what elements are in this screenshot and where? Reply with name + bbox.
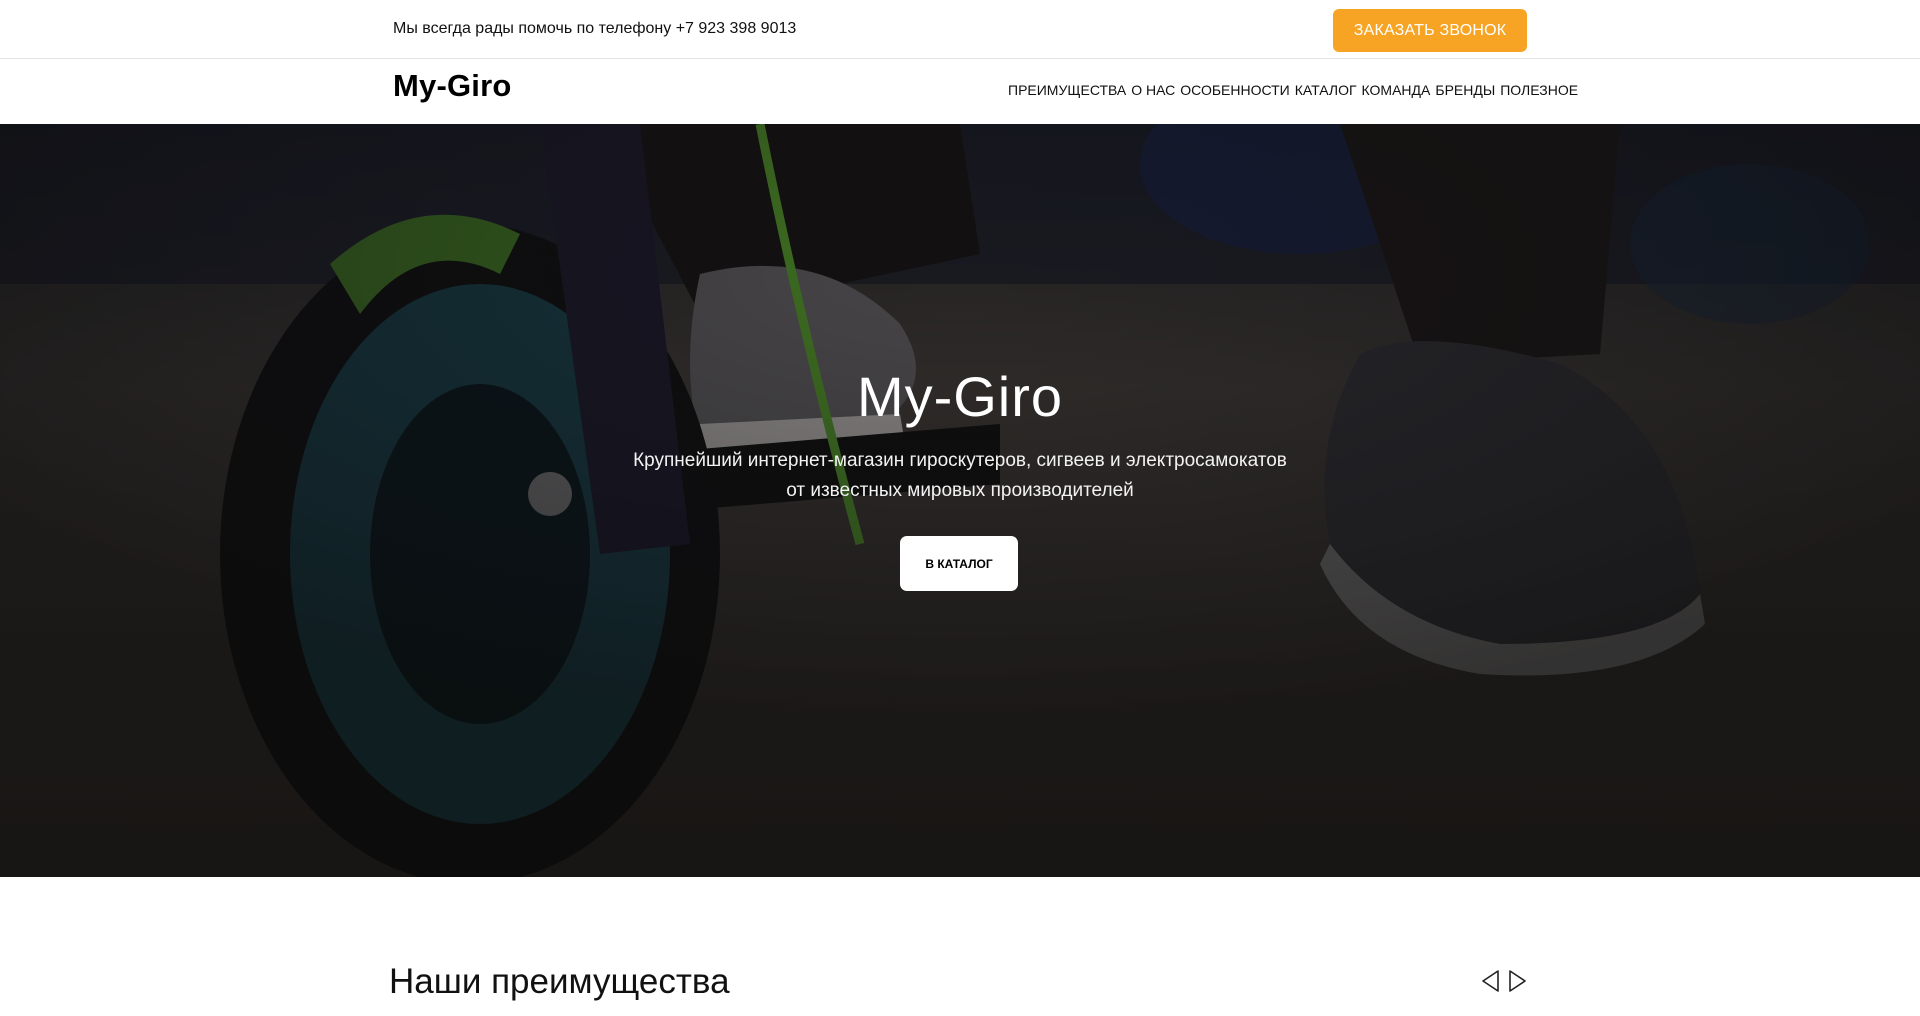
hero-subtitle: Крупнейший интернет-магазин гироскутеров… xyxy=(0,446,1920,506)
nav-item-team[interactable]: КОМАНДА xyxy=(1362,82,1431,98)
nav-item-features[interactable]: ОСОБЕННОСТИ xyxy=(1180,82,1289,98)
nav-item-about[interactable]: О НАС xyxy=(1131,82,1175,98)
nav-menu: ПРЕИМУЩЕСТВА О НАС ОСОБЕННОСТИ КАТАЛОГ К… xyxy=(1008,82,1578,98)
nav-item-catalog[interactable]: КАТАЛОГ xyxy=(1295,82,1357,98)
order-call-button[interactable]: ЗАКАЗАТЬ ЗВОНОК xyxy=(1333,9,1527,52)
top-bar: Мы всегда рады помочь по телефону +7 923… xyxy=(0,0,1920,59)
advantages-section-title: Наши преимущества xyxy=(389,962,730,1001)
hero-section: My-Giro Крупнейший интернет-магазин гиро… xyxy=(0,124,1920,877)
triangle-right-outline-icon[interactable] xyxy=(1507,968,1529,994)
hero-subtitle-line-1: Крупнейший интернет-магазин гироскутеров… xyxy=(633,450,1287,471)
nav-item-advantages[interactable]: ПРЕИМУЩЕСТВА xyxy=(1008,82,1126,98)
hero-title: My-Giro xyxy=(856,365,1064,428)
hero-subtitle-line-2: от известных мировых производителей xyxy=(786,480,1134,501)
main-navbar: My-Giro ПРЕИМУЩЕСТВА О НАС ОСОБЕННОСТИ К… xyxy=(0,60,1920,124)
contact-phone-text: Мы всегда рады помочь по телефону +7 923… xyxy=(393,20,797,37)
nav-item-brands[interactable]: БРЕНДЫ xyxy=(1435,82,1495,98)
nav-item-useful[interactable]: ПОЛЕЗНОЕ xyxy=(1500,82,1578,98)
site-logo[interactable]: My-Giro xyxy=(393,68,512,104)
triangle-left-outline-icon[interactable] xyxy=(1479,968,1501,994)
to-catalog-button[interactable]: В КАТАЛОГ xyxy=(900,536,1018,591)
